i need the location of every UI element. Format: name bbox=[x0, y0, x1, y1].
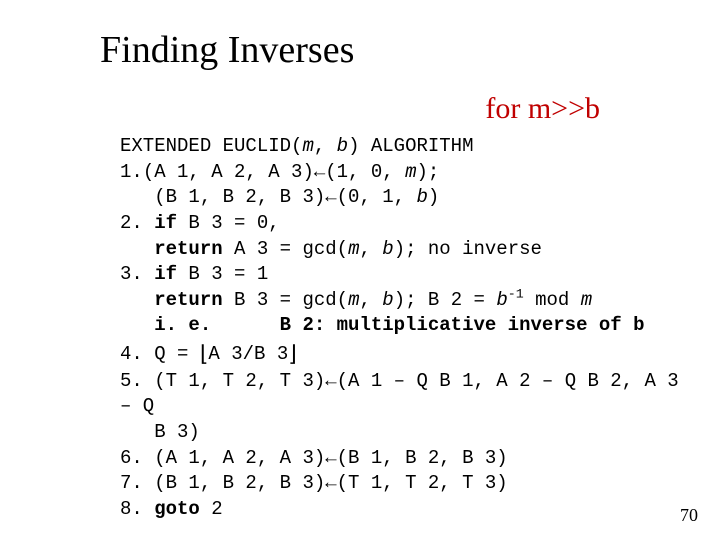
page-number: 70 bbox=[680, 505, 698, 526]
step8-num: 8. bbox=[120, 498, 143, 520]
step1b-pre: (B 1, B 2, B 3) bbox=[120, 186, 325, 208]
step4-body-pre: Q = bbox=[143, 343, 200, 365]
step3-ret-m: m bbox=[348, 289, 359, 311]
step5-num: 5. bbox=[120, 370, 143, 392]
slide-title: Finding Inverses bbox=[100, 28, 354, 72]
step2-if-post: B 3 = 0, bbox=[177, 212, 280, 234]
step1b-post-suf: ) bbox=[428, 186, 439, 208]
step6-num: 6. bbox=[120, 447, 143, 469]
algorithm-block: EXTENDED EUCLID(m, b) ALGORITHM 1.(A 1, … bbox=[120, 134, 700, 523]
step6-post: (B 1, B 2, B 3) bbox=[337, 447, 508, 469]
step3-ie: i. e. B 2: multiplicative inverse of b bbox=[154, 314, 644, 336]
step1a-m: m bbox=[405, 161, 416, 183]
left-arrow-icon: ← bbox=[325, 370, 336, 392]
step3-ret-sup: -1 bbox=[508, 287, 524, 302]
step2-ret-post-suf: ); no inverse bbox=[394, 238, 542, 260]
step7-num: 7. bbox=[120, 472, 143, 494]
algo-header-pre: EXTENDED EUCLID( bbox=[120, 135, 302, 157]
step3-ret-bital: b bbox=[496, 289, 507, 311]
step8-body-pre bbox=[143, 498, 154, 520]
step2-ret-sep: , bbox=[359, 238, 382, 260]
step3-if-post: B 3 = 1 bbox=[177, 263, 268, 285]
step1a-pre: (A 1, A 2, A 3) bbox=[143, 161, 314, 183]
step3-ret-post-pre: B 3 = gcd( bbox=[223, 289, 348, 311]
step1a-post-pre: (1, 0, bbox=[325, 161, 405, 183]
step4-num: 4. bbox=[120, 343, 143, 365]
step1-num: 1. bbox=[120, 161, 143, 183]
step3-ie-indent bbox=[120, 314, 154, 336]
step3-ret-indent bbox=[120, 289, 154, 311]
left-arrow-icon: ← bbox=[314, 161, 325, 183]
left-arrow-icon: ← bbox=[325, 447, 336, 469]
left-arrow-icon: ← bbox=[325, 472, 336, 494]
step2-ret-b: b bbox=[382, 238, 393, 260]
step3-if: if bbox=[154, 263, 177, 285]
step6-pre: (A 1, A 2, A 3) bbox=[143, 447, 325, 469]
slide: Finding Inverses for m>>b EXTENDED EUCLI… bbox=[0, 0, 720, 540]
step2-ret-m: m bbox=[348, 238, 359, 260]
step1b-post-pre: (0, 1, bbox=[337, 186, 417, 208]
step8-body-post: 2 bbox=[200, 498, 223, 520]
step2-return: return bbox=[154, 238, 222, 260]
slide-subtitle: for m>>b bbox=[485, 92, 600, 126]
step2-num: 2. bbox=[120, 212, 143, 234]
step2-ret-post-pre: A 3 = gcd( bbox=[223, 238, 348, 260]
floor-right-icon: ⌋ bbox=[288, 339, 297, 369]
step3-if-pre bbox=[143, 263, 154, 285]
step3-ret-post-suf2: mod bbox=[524, 289, 581, 311]
algo-header-sep: , bbox=[314, 135, 337, 157]
algo-header-b: b bbox=[337, 135, 348, 157]
step1b-b: b bbox=[416, 186, 427, 208]
step1a-post-suf: ); bbox=[416, 161, 439, 183]
step3-ret-post-suf1: ); B 2 = bbox=[394, 289, 497, 311]
step8-goto: goto bbox=[154, 498, 200, 520]
step2-if: if bbox=[154, 212, 177, 234]
step5b: B 3) bbox=[120, 421, 200, 443]
step2-ret-indent bbox=[120, 238, 154, 260]
step3-ret-mital: m bbox=[581, 289, 592, 311]
algo-header-post: ) ALGORITHM bbox=[348, 135, 473, 157]
step3-ret-b: b bbox=[382, 289, 393, 311]
step7-pre: (B 1, B 2, B 3) bbox=[143, 472, 325, 494]
step2-if-pre bbox=[143, 212, 154, 234]
step3-return: return bbox=[154, 289, 222, 311]
step3-num: 3. bbox=[120, 263, 143, 285]
step7-post: (T 1, T 2, T 3) bbox=[337, 472, 508, 494]
step5a-pre: (T 1, T 2, T 3) bbox=[143, 370, 325, 392]
step3-ret-sep: , bbox=[359, 289, 382, 311]
algo-header-m: m bbox=[302, 135, 313, 157]
step4-body-mid: A 3/B 3 bbox=[208, 343, 288, 365]
left-arrow-icon: ← bbox=[325, 186, 336, 208]
